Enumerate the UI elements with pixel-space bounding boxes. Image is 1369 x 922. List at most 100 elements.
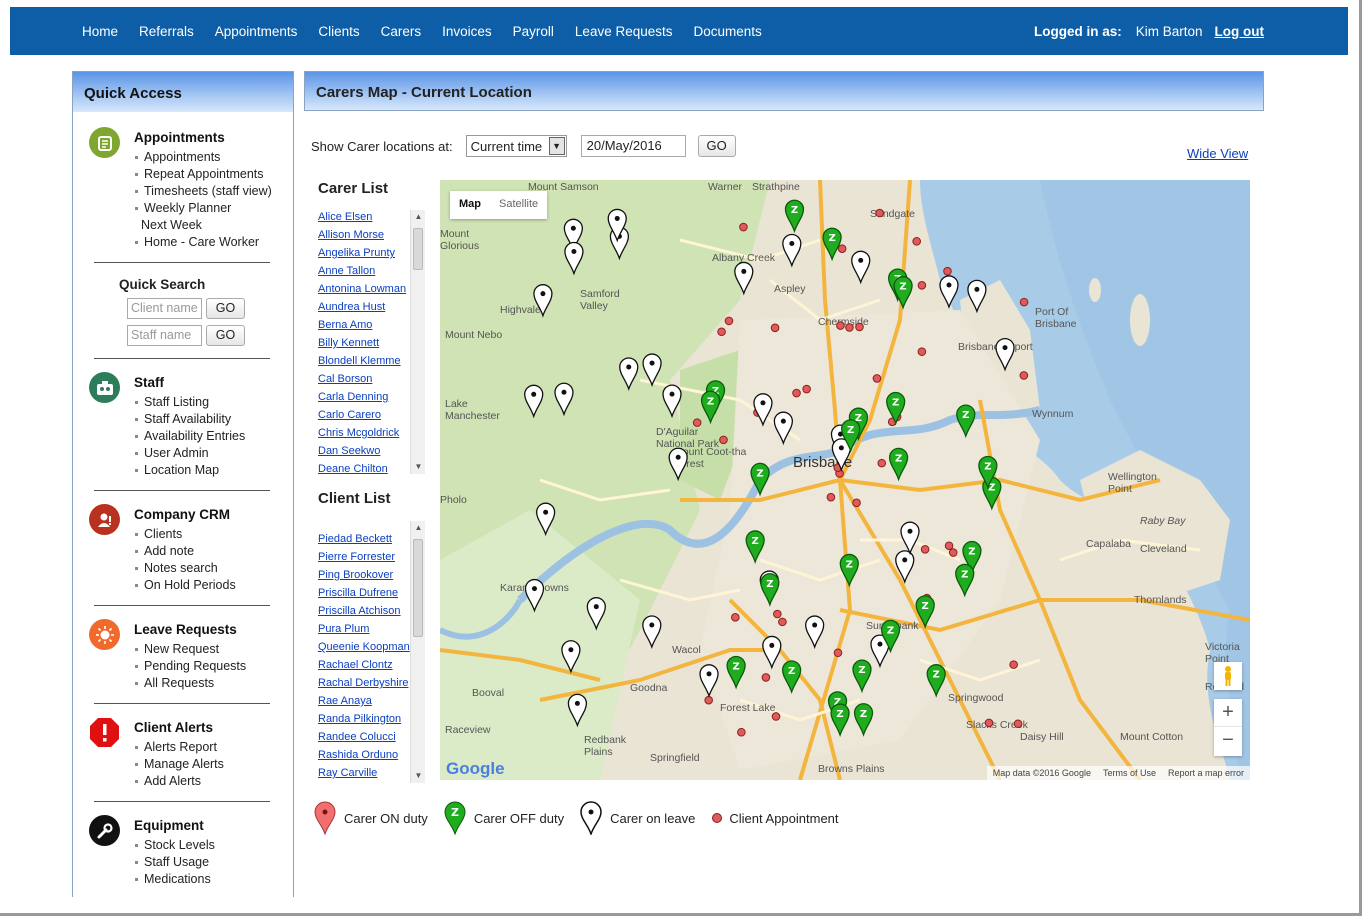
client-appointment-marker[interactable]	[826, 492, 836, 502]
logout-link[interactable]: Log out	[1215, 24, 1264, 39]
time-select[interactable]: Current time ▼	[465, 135, 567, 157]
nav-referrals[interactable]: Referrals	[139, 24, 194, 39]
client-appointment-marker[interactable]	[704, 695, 713, 705]
client-list-item[interactable]: Priscilla Atchison	[318, 605, 401, 617]
client-list-item[interactable]: Pierre Forrester	[318, 551, 395, 563]
client-list-item[interactable]: Ping Brookover	[318, 569, 393, 581]
client-list-scrollbar[interactable]: ▲ ▼	[410, 521, 425, 783]
client-appointment-marker[interactable]	[792, 388, 801, 398]
link-staff-availability[interactable]: Staff Availability	[135, 411, 245, 428]
client-appointment-marker[interactable]	[730, 613, 740, 622]
go-button[interactable]: GO	[697, 135, 736, 157]
nav-leave-requests[interactable]: Leave Requests	[575, 24, 673, 39]
client-appointment-marker[interactable]	[920, 545, 930, 554]
client-appointment-marker[interactable]	[737, 727, 746, 737]
link-add-note[interactable]: Add note	[135, 543, 236, 560]
client-list-item[interactable]: Pura Plum	[318, 623, 369, 635]
link-all-requests[interactable]: All Requests	[135, 675, 246, 692]
carer-list-item[interactable]: Allison Morse	[318, 229, 384, 241]
carer-list-item[interactable]: Alice Elsen	[318, 211, 372, 223]
carer-list-scrollbar[interactable]: ▲ ▼	[410, 210, 425, 474]
scroll-thumb[interactable]	[413, 539, 423, 637]
terms-of-use-link[interactable]: Terms of Use	[1103, 768, 1156, 778]
client-list-item[interactable]: Queenie Koopman	[318, 641, 410, 653]
client-appointment-marker[interactable]	[984, 718, 994, 728]
client-appointment-marker[interactable]	[1019, 297, 1029, 307]
link-staff-usage[interactable]: Staff Usage	[135, 854, 215, 871]
carers-map[interactable]: Mount Samson Warner Strathpine Sandgate Moun…	[440, 180, 1250, 780]
carer-list-item[interactable]: Berna Amo	[318, 319, 372, 331]
link-stock-levels[interactable]: Stock Levels	[135, 837, 215, 854]
client-appointment-marker[interactable]	[717, 327, 726, 337]
client-list-item[interactable]: Rashida Orduno	[318, 749, 398, 761]
map-type-map-button[interactable]: Map	[450, 191, 490, 219]
nav-home[interactable]: Home	[82, 24, 118, 39]
client-appointment-marker[interactable]	[1019, 371, 1029, 380]
client-appointment-marker[interactable]	[739, 222, 748, 232]
client-appointment-marker[interactable]	[692, 418, 702, 427]
client-appointment-marker[interactable]	[852, 498, 861, 508]
carer-list-item[interactable]: Cal Borson	[318, 373, 372, 385]
scroll-thumb[interactable]	[413, 228, 423, 270]
client-list-item[interactable]: Randee Colucci	[318, 731, 396, 743]
client-appointment-marker[interactable]	[948, 548, 958, 557]
link-new-request[interactable]: New Request	[135, 641, 246, 658]
pegman-icon[interactable]	[1214, 662, 1242, 690]
map-canvas[interactable]: Mount Samson Warner StrathpineSandgateMoun…	[440, 180, 1250, 780]
client-appointment-marker[interactable]	[833, 648, 843, 658]
link-manage-alerts[interactable]: Manage Alerts	[135, 756, 224, 773]
carer-list-item[interactable]: Carla Denning	[318, 391, 388, 403]
client-appointment-marker[interactable]	[912, 237, 921, 246]
client-appointment-marker[interactable]	[771, 712, 781, 721]
client-appointment-marker[interactable]	[872, 374, 882, 383]
map-type-satellite-button[interactable]: Satellite	[490, 191, 547, 219]
client-appointment-marker[interactable]	[877, 458, 887, 468]
client-appointment-marker[interactable]	[944, 541, 954, 551]
client-appointment-marker[interactable]	[724, 316, 734, 326]
scroll-up-icon[interactable]: ▲	[411, 210, 426, 224]
client-appointment-marker[interactable]	[845, 323, 854, 332]
carer-list-item[interactable]: Deane Chilton	[318, 463, 388, 475]
client-list-item[interactable]: Priscilla Dufrene	[318, 587, 398, 599]
carer-list-item[interactable]: Chris Mcgoldrick	[318, 427, 399, 439]
nav-payroll[interactable]: Payroll	[513, 24, 554, 39]
client-appointment-marker[interactable]	[1013, 719, 1023, 729]
client-appointment-marker[interactable]	[837, 244, 847, 254]
link-availability-entries[interactable]: Availability Entries	[135, 428, 245, 445]
client-appointment-marker[interactable]	[719, 435, 728, 445]
link-location-map[interactable]: Location Map	[135, 462, 245, 479]
link-notes-search[interactable]: Notes search	[135, 560, 236, 577]
link-repeat-appointments[interactable]: Repeat Appointments	[135, 166, 272, 183]
scroll-up-icon[interactable]: ▲	[411, 521, 426, 535]
nav-clients[interactable]: Clients	[318, 24, 359, 39]
client-list-item[interactable]: Rae Anaya	[318, 695, 372, 707]
carer-list-item[interactable]: Antonina Lowman	[318, 283, 406, 295]
link-weekly-planner[interactable]: Weekly Planner	[135, 200, 272, 217]
client-list-item[interactable]: Piedad Beckett	[318, 533, 392, 545]
carer-list-item[interactable]: Blondell Klemme	[318, 355, 401, 367]
date-input[interactable]: 20/May/2016	[580, 135, 686, 157]
link-user-admin[interactable]: User Admin	[135, 445, 245, 462]
link-appointments[interactable]: Appointments	[135, 149, 272, 166]
carer-list-item[interactable]: Anne Tallon	[318, 265, 375, 277]
zoom-in-button[interactable]: +	[1214, 699, 1242, 727]
scroll-down-icon[interactable]: ▼	[411, 460, 426, 474]
client-appointment-marker[interactable]	[773, 609, 782, 619]
client-appointment-marker[interactable]	[917, 281, 927, 290]
client-appointment-marker[interactable]	[855, 322, 864, 332]
link-pending-requests[interactable]: Pending Requests	[135, 658, 246, 675]
link-staff-listing[interactable]: Staff Listing	[135, 394, 245, 411]
carer-list-item[interactable]: Aundrea Hust	[318, 301, 385, 313]
carer-list-item[interactable]: Billy Kennett	[318, 337, 379, 349]
nav-appointments[interactable]: Appointments	[215, 24, 298, 39]
link-next-week[interactable]: Next Week	[135, 217, 272, 234]
client-search-go-button[interactable]: GO	[206, 298, 245, 319]
client-appointment-marker[interactable]	[943, 266, 952, 276]
report-map-error-link[interactable]: Report a map error	[1168, 768, 1244, 778]
staff-search-go-button[interactable]: GO	[206, 325, 245, 346]
wide-view-link[interactable]: Wide View	[1187, 146, 1248, 161]
zoom-out-button[interactable]: −	[1214, 727, 1242, 755]
nav-carers[interactable]: Carers	[381, 24, 422, 39]
carer-list-item[interactable]: Carlo Carero	[318, 409, 381, 421]
link-clients[interactable]: Clients	[135, 526, 236, 543]
